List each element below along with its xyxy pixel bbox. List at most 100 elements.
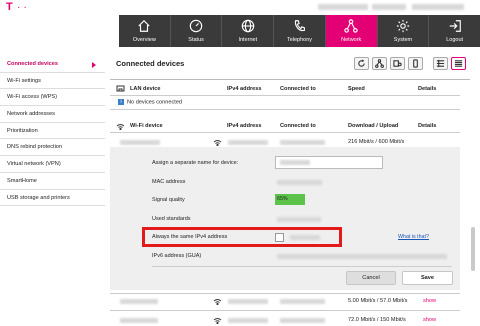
redacted-account-info — [412, 4, 464, 10]
home-icon — [137, 19, 151, 33]
redacted-standards — [277, 217, 321, 222]
ipv6-label: IPv6 address (GUA) — [152, 253, 202, 259]
list-icon — [454, 60, 463, 67]
lan-col-device: LAN device — [130, 86, 161, 92]
cancel-button[interactable]: Cancel — [346, 271, 396, 285]
divider — [110, 132, 460, 133]
wifi-icon — [116, 123, 125, 131]
redacted-device-name — [120, 299, 158, 304]
wifi-signal-icon — [213, 139, 222, 147]
logo-dots: · · — [17, 5, 28, 12]
network-icon — [375, 59, 384, 68]
page-title: Connected devices — [116, 59, 185, 68]
redacted-ip — [290, 235, 320, 240]
sidebar-item-label: Prioritization — [7, 127, 38, 134]
main-content: Connected devices LAN device IPv4 addres… — [110, 52, 480, 326]
sidebar-item-label: Virtual network (VPN) — [7, 161, 61, 168]
sidebar-item-prioritization[interactable]: Prioritization — [0, 123, 105, 140]
divider — [110, 79, 470, 80]
redacted-connected-to — [280, 318, 325, 323]
sidebar: Connected devices Wi-Fi settings Wi-Fi a… — [0, 56, 105, 207]
divider — [110, 109, 460, 110]
sidebar-item-label: USB storage and printers — [7, 194, 70, 201]
nav-logout[interactable]: Logout — [429, 15, 480, 47]
sidebar-item-connected-devices[interactable]: Connected devices — [0, 56, 105, 73]
nav-label: Telephony — [286, 37, 313, 43]
topology-view-button[interactable] — [372, 57, 387, 70]
mac-label: MAC address — [152, 179, 186, 185]
sidebar-item-smarthome[interactable]: SmartHome — [0, 173, 105, 190]
nav-telephony[interactable]: Telephony — [274, 15, 326, 47]
same-ip-checkbox[interactable] — [275, 233, 284, 242]
nav-status[interactable]: Status — [171, 15, 223, 47]
what-is-that-link[interactable]: What is that? — [398, 234, 429, 240]
grid-icon — [436, 59, 445, 68]
same-ip-label: Always the same IPv4 address — [152, 234, 228, 240]
main-nav: Overview Status Internet Telephony Netwo… — [119, 15, 480, 47]
lan-empty-message: i No devices connected — [118, 99, 182, 105]
sidebar-item-vpn[interactable]: Virtual network (VPN) — [0, 156, 105, 173]
scrollbar[interactable] — [471, 227, 475, 271]
redacted-ipv6 — [277, 254, 447, 259]
lan-col-speed: Speed — [348, 86, 365, 92]
network-icon — [344, 19, 358, 33]
sidebar-item-wps[interactable]: Wi-Fi access (WPS) — [0, 89, 105, 107]
wifi-signal-icon — [213, 317, 222, 325]
lan-col-connected: Connected to — [280, 86, 316, 92]
nav-overview[interactable]: Overview — [119, 15, 171, 47]
top-header: T · · — [0, 0, 480, 14]
sidebar-item-label: Network addresses — [7, 111, 55, 118]
signal-quality-bar: 65% — [275, 194, 305, 205]
list-view-button[interactable] — [451, 57, 466, 70]
sidebar-item-usb[interactable]: USB storage and printers — [0, 190, 105, 207]
sidebar-item-label: Wi-Fi settings — [7, 77, 41, 84]
sidebar-item-label: DNS rebind protection — [7, 144, 63, 151]
sidebar-item-label: Wi-Fi access (WPS) — [7, 94, 58, 101]
redacted-ip — [228, 140, 268, 145]
wifi-col-speed: Download / Upload — [348, 123, 399, 129]
nav-label: Status — [188, 37, 204, 43]
divider — [110, 95, 460, 96]
refresh-button[interactable] — [354, 57, 369, 70]
redacted-account-info — [372, 4, 406, 10]
nav-label: Overview — [132, 37, 156, 43]
nav-label: System — [393, 37, 413, 43]
wifi-col-details: Details — [418, 123, 437, 129]
sidebar-item-network-addresses[interactable]: Network addresses — [0, 106, 105, 123]
chevron-right-icon — [92, 62, 96, 68]
wifi-col-connected: Connected to — [280, 123, 316, 129]
sidebar-item-label: Connected devices — [7, 61, 58, 67]
download-upload-speed: 5.00 Mbit/s / 57.0 Mbit/s — [348, 298, 408, 304]
divider — [110, 310, 460, 311]
wifi-col-ip: IPv4 address — [227, 123, 262, 129]
gear-icon — [396, 19, 410, 33]
save-button[interactable]: Save — [402, 271, 453, 285]
redacted-ip — [228, 299, 268, 304]
lan-col-ip: IPv4 address — [227, 86, 262, 92]
redacted-device-name — [120, 140, 160, 145]
show-details-link[interactable]: show — [423, 298, 436, 304]
phone-view-button[interactable] — [408, 57, 423, 70]
show-details-link[interactable]: show — [423, 317, 436, 323]
redacted-account-info — [318, 4, 368, 10]
sidebar-item-label: SmartHome — [7, 177, 37, 184]
standards-label: Used standards — [152, 216, 191, 222]
sidebar-item-wifi-settings[interactable]: Wi-Fi settings — [0, 73, 105, 90]
redacted-connected-to — [280, 140, 325, 145]
phone-icon — [293, 19, 307, 33]
telekom-logo[interactable]: T · · — [6, 1, 27, 13]
logo-letter: T — [6, 1, 14, 13]
nav-internet[interactable]: Internet — [222, 15, 275, 47]
redacted-ip — [228, 318, 268, 323]
nav-network[interactable]: Network — [325, 15, 378, 47]
info-icon: i — [118, 99, 124, 105]
nav-system[interactable]: System — [378, 15, 430, 47]
devices-view-button[interactable] — [390, 57, 405, 70]
logout-icon — [448, 19, 462, 33]
lan-col-details: Details — [418, 86, 437, 92]
grid-view-button[interactable] — [433, 57, 448, 70]
view-toolbar — [354, 57, 466, 70]
sidebar-item-dns-rebind[interactable]: DNS rebind protection — [0, 139, 105, 157]
refresh-icon — [358, 59, 365, 67]
redacted-connected-to — [280, 299, 325, 304]
